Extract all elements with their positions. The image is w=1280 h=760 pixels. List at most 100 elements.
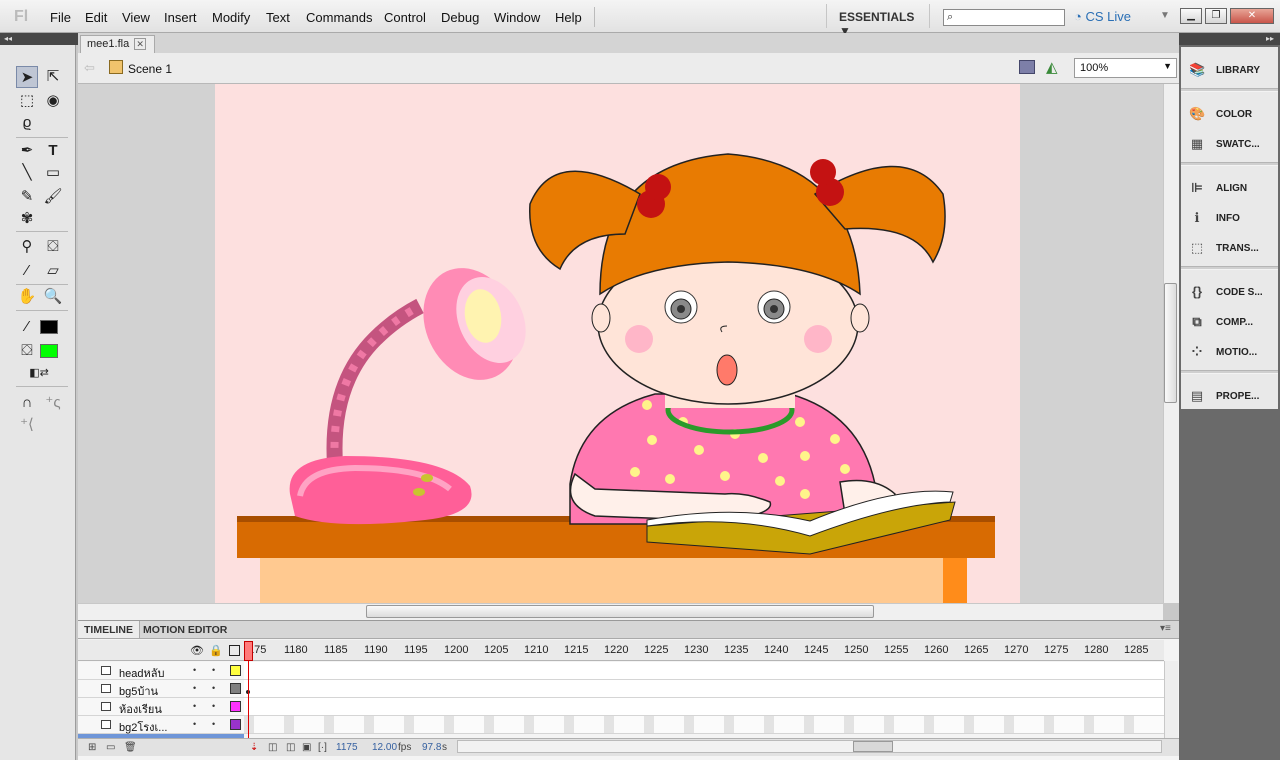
timeline-horizontal-scroll-thumb[interactable] — [853, 741, 893, 752]
scene-label[interactable]: Scene 1 — [128, 62, 172, 76]
bone-tool-icon[interactable]: ⚲ — [16, 236, 38, 258]
lock-icon[interactable]: 🔒 — [209, 644, 223, 657]
stage-vertical-scroll-thumb[interactable] — [1164, 283, 1177, 403]
layer-row[interactable]: bg5บ้าน • • — [78, 680, 244, 698]
new-folder-icon[interactable]: ▭ — [106, 742, 115, 753]
line-tool-icon[interactable]: ╲ — [16, 162, 38, 184]
snap-to-objects-icon[interactable]: ∩ — [16, 392, 38, 414]
eraser-tool-icon[interactable]: ▱ — [42, 260, 64, 282]
search-input[interactable]: ⌕ — [943, 9, 1065, 26]
panel-motion-presets[interactable]: ⁘ MOTIO... — [1187, 342, 1277, 364]
lock-dot[interactable]: • — [212, 701, 215, 711]
maximize-button[interactable]: ❐ — [1205, 8, 1227, 24]
menu-modify[interactable]: Modify — [212, 10, 250, 25]
swap-colors-icon[interactable]: ◧⇄ — [28, 362, 50, 384]
tab-timeline[interactable]: TIMELINE — [78, 621, 140, 638]
text-tool-icon[interactable]: T — [42, 140, 64, 162]
hand-tool-icon[interactable]: ✋ — [16, 286, 38, 308]
chevron-down-icon[interactable]: ▼ — [1160, 10, 1170, 21]
frame-row[interactable] — [244, 716, 1164, 734]
stage[interactable] — [215, 84, 1020, 603]
layer-outline-color[interactable] — [230, 665, 241, 676]
playhead[interactable] — [244, 641, 253, 661]
edit-symbols-icon[interactable]: ◭ — [1046, 58, 1058, 76]
rectangle-tool-icon[interactable]: ▭ — [42, 162, 64, 184]
outline-icon[interactable] — [229, 645, 240, 656]
workspace-switcher[interactable]: ESSENTIALS ▼ — [826, 4, 930, 38]
onion-skin-icon[interactable]: ◫ — [268, 742, 277, 753]
panel-color[interactable]: 🎨 COLOR — [1187, 104, 1277, 126]
center-frame-icon[interactable]: ⇣ — [250, 742, 258, 753]
panel-menu-icon[interactable]: ▾≡ — [1160, 623, 1171, 634]
visibility-dot[interactable]: • — [193, 683, 196, 693]
selection-tool-icon[interactable]: ➤ — [16, 66, 38, 88]
eye-icon[interactable]: 👁 — [190, 644, 204, 657]
modify-markers-icon[interactable]: [·] — [318, 742, 327, 753]
deco-tool-icon[interactable]: ✾ — [16, 208, 38, 230]
lock-dot[interactable]: • — [212, 683, 215, 693]
layer-outline-color[interactable] — [230, 701, 241, 712]
panel-library[interactable]: 📚 LIBRARY — [1187, 60, 1277, 82]
menu-control[interactable]: Control — [384, 10, 426, 25]
zoom-tool-icon[interactable]: 🔍 — [42, 286, 64, 308]
panel-swatches[interactable]: ▦ SWATC... — [1187, 134, 1277, 156]
timeline-horizontal-scrollbar[interactable] — [457, 740, 1162, 753]
layer-outline-color[interactable] — [230, 719, 241, 730]
straighten-icon[interactable]: ⁺⟨ — [16, 414, 38, 436]
visibility-dot[interactable]: • — [193, 665, 196, 675]
brush-tool-icon[interactable]: 🖌 — [42, 186, 64, 208]
lock-dot[interactable]: • — [212, 719, 215, 729]
edit-scene-icon[interactable] — [1019, 60, 1035, 74]
stage-horizontal-scroll-thumb[interactable] — [366, 605, 874, 618]
close-tab-icon[interactable]: ✕ — [134, 38, 147, 50]
panel-align[interactable]: ⊫ ALIGN — [1187, 178, 1277, 200]
menu-edit[interactable]: Edit — [85, 10, 107, 25]
paint-bucket-tool-icon[interactable]: ⛋ — [42, 236, 64, 258]
document-tab[interactable]: mee1.fla ✕ — [80, 35, 156, 53]
eyedropper-tool-icon[interactable]: ⁄ — [16, 260, 38, 282]
lock-dot[interactable]: • — [212, 665, 215, 675]
pen-tool-icon[interactable]: ✒ — [16, 140, 38, 162]
panel-code-snippets[interactable]: {} CODE S... — [1187, 282, 1277, 304]
visibility-dot[interactable]: • — [193, 701, 196, 711]
stroke-color-swatch[interactable] — [40, 320, 58, 334]
menu-text[interactable]: Text — [266, 10, 290, 25]
layer-outline-color[interactable] — [230, 683, 241, 694]
menu-file[interactable]: File — [50, 10, 71, 25]
frame-rate-value[interactable]: 12.00 — [372, 742, 397, 753]
menu-window[interactable]: Window — [494, 10, 540, 25]
frame-row[interactable] — [244, 698, 1164, 716]
back-arrow-icon[interactable]: ⇦ — [84, 60, 95, 76]
smooth-icon[interactable]: ⁺ς — [42, 392, 64, 414]
free-transform-tool-icon[interactable]: ⬚ — [16, 90, 38, 112]
panel-transform[interactable]: ⬚ TRANS... — [1187, 238, 1277, 260]
layer-row[interactable]: ห้องเรียน • • — [78, 698, 244, 716]
fill-color-swatch[interactable] — [40, 344, 58, 358]
close-button[interactable]: ✕ — [1230, 8, 1274, 24]
menu-insert[interactable]: Insert — [164, 10, 197, 25]
3d-rotation-tool-icon[interactable]: ◉ — [42, 90, 64, 112]
menu-view[interactable]: View — [122, 10, 150, 25]
layer-row[interactable]: headหลับ • • — [78, 662, 244, 680]
menu-help[interactable]: Help — [555, 10, 582, 25]
collapse-right-icon[interactable]: ▸▸ — [1266, 34, 1274, 43]
tab-motion-editor[interactable]: MOTION EDITOR — [137, 621, 233, 638]
onion-outlines-icon[interactable]: ◫ — [286, 742, 295, 753]
panel-info[interactable]: ℹ INFO — [1187, 208, 1277, 230]
edit-multiple-frames-icon[interactable]: ▣ — [302, 742, 311, 753]
visibility-dot[interactable]: • — [193, 719, 196, 729]
frame-row[interactable] — [244, 680, 1164, 698]
panel-components[interactable]: ⧉ COMP... — [1187, 312, 1277, 334]
current-frame[interactable]: 1175 — [336, 742, 358, 753]
cs-live-button[interactable]: ◔ CS Live — [1074, 9, 1131, 24]
collapse-left-icon[interactable]: ◂◂ — [4, 34, 12, 43]
minimize-button[interactable]: ▁ — [1180, 8, 1202, 24]
layer-row[interactable]: bg2โรงเ... • • — [78, 716, 244, 734]
menu-debug[interactable]: Debug — [441, 10, 479, 25]
frame-row[interactable] — [244, 662, 1164, 680]
timeline-ruler[interactable]: 175 1180 1185 1190 1195 1200 1205 1210 1… — [244, 640, 1164, 661]
pencil-tool-icon[interactable]: ✎ — [16, 186, 38, 208]
delete-layer-icon[interactable]: 🗑 — [124, 742, 137, 753]
menu-commands[interactable]: Commands — [306, 10, 372, 25]
new-layer-icon[interactable]: ⊞ — [88, 742, 96, 753]
